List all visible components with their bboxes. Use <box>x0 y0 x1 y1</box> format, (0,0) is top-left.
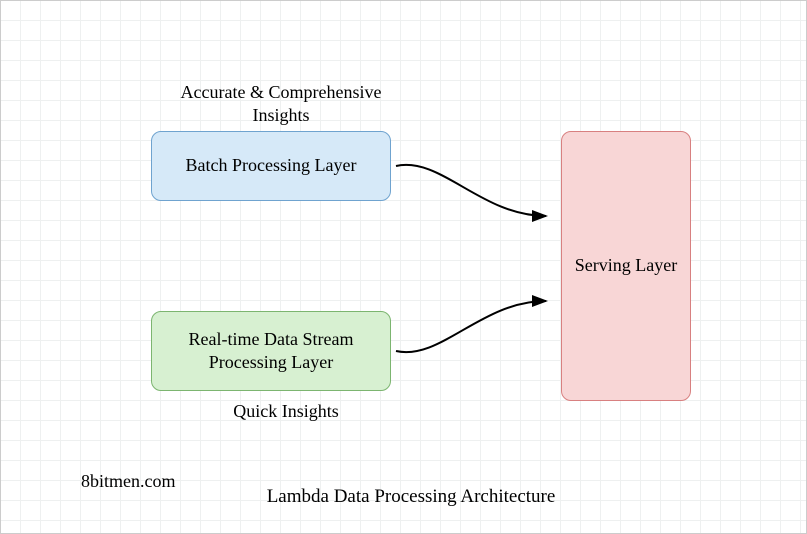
realtime-processing-box: Real-time Data Stream Processing Layer <box>151 311 391 391</box>
label-quick: Quick Insights <box>211 401 361 422</box>
serving-layer-label: Serving Layer <box>575 254 677 277</box>
arrow-realtime-to-serving <box>391 291 561 361</box>
realtime-processing-label: Real-time Data Stream Processing Layer <box>160 328 382 375</box>
serving-layer-box: Serving Layer <box>561 131 691 401</box>
arrow-batch-to-serving <box>391 161 561 231</box>
label-accurate: Accurate & Comprehensive Insights <box>166 81 396 126</box>
diagram-title: Lambda Data Processing Architecture <box>201 486 621 508</box>
batch-processing-label: Batch Processing Layer <box>186 154 357 177</box>
batch-processing-box: Batch Processing Layer <box>151 131 391 201</box>
